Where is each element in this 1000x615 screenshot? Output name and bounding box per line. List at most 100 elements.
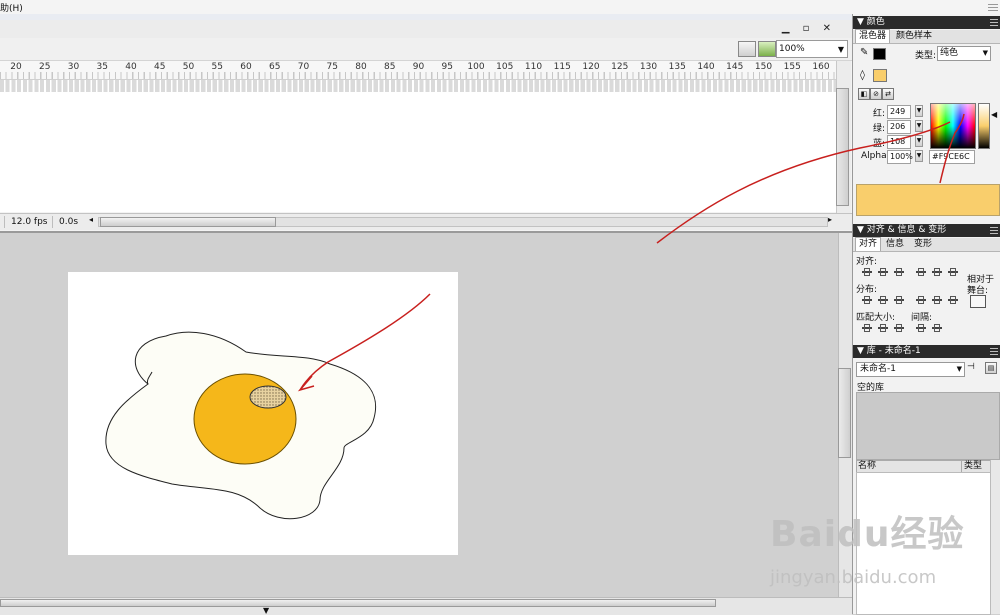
alpha-label: Alpha: (861, 151, 890, 161)
fill-color-swatch[interactable] (873, 69, 887, 82)
swap-colors-icon[interactable]: ⇄ (882, 88, 894, 100)
frame-rate[interactable]: 12.0 fps (4, 216, 53, 228)
zoom-select[interactable]: 100% ▼ (776, 40, 848, 58)
work-area[interactable] (0, 233, 838, 597)
distribute-top-icon[interactable] (861, 295, 873, 305)
ruler-tick-label: 40 (125, 62, 137, 72)
frames-row[interactable] (0, 80, 836, 92)
stage-horizontal-scroll-thumb[interactable] (0, 599, 716, 607)
brightness-slider[interactable] (978, 103, 990, 149)
align-center-v-icon[interactable] (931, 267, 943, 277)
no-color-icon[interactable]: ⊘ (870, 88, 882, 100)
align-right-icon[interactable] (893, 267, 905, 277)
scroll-left-icon[interactable]: ◂ (89, 215, 93, 224)
black-white-icon[interactable]: ◧ (858, 88, 870, 100)
blue-stepper[interactable]: ▼ (915, 135, 923, 147)
color-panel-header[interactable]: ▼ 颜色 (853, 16, 1000, 29)
tab-swatches[interactable]: 颜色样本 (893, 30, 935, 43)
panel-options-icon[interactable] (990, 19, 998, 26)
color-spectrum-highlight (930, 103, 976, 126)
distribute-left-icon[interactable] (915, 295, 927, 305)
timeline-scroll-thumb-vertical[interactable] (836, 88, 849, 206)
ruler-tick-label: 65 (269, 62, 281, 72)
pin-library-icon[interactable]: ⊣ (967, 362, 975, 372)
space-horizontal-icon[interactable] (931, 323, 943, 333)
align-left-icon[interactable] (861, 267, 873, 277)
window-controls[interactable]: ▁ ▫ ✕ (782, 23, 836, 34)
slider-pointer-icon[interactable]: ◀ (991, 110, 997, 119)
relative-to-stage-button[interactable] (970, 295, 986, 308)
type-label: 类型: (915, 51, 937, 61)
green-value[interactable]: 206 (887, 120, 911, 134)
ruler-tick-label: 30 (67, 62, 80, 72)
tab-info[interactable]: 信息 (883, 238, 907, 251)
library-document-select[interactable]: 未命名-1 ▼ (856, 362, 965, 377)
align-panel-header[interactable]: ▼ 对齐 & 信息 & 变形 (853, 224, 1000, 237)
timeline-scroll-thumb[interactable] (100, 217, 276, 227)
collapse-arrow-icon: ▼ (857, 17, 864, 27)
library-panel-header[interactable]: ▼ 库 - 未命名-1 (853, 345, 1000, 358)
hex-input[interactable]: #F9CE6C (929, 150, 975, 164)
stage-vertical-scroll-thumb[interactable] (838, 368, 851, 458)
space-vertical-icon[interactable] (915, 323, 927, 333)
tab-transform[interactable]: 变形 (911, 238, 935, 251)
ruler-tick-label: 140 (697, 62, 715, 72)
fill-type-select[interactable]: 纯色 ▼ (937, 46, 991, 61)
red-stepper[interactable]: ▼ (915, 105, 923, 117)
ruler-tick-label: 95 (441, 62, 453, 72)
ruler-tick-label: 110 (524, 62, 543, 72)
distribute-bottom-icon[interactable] (893, 295, 905, 305)
align-top-icon[interactable] (915, 267, 927, 277)
ruler-tick-label: 90 (412, 62, 425, 72)
ruler-tick-label: 155 (783, 62, 801, 72)
green-stepper[interactable]: ▼ (915, 120, 923, 132)
fill-bucket-icon[interactable]: ◊ (860, 70, 865, 81)
align-center-h-icon[interactable] (877, 267, 889, 277)
timeline-body[interactable] (0, 92, 836, 212)
match-both-icon[interactable] (893, 323, 905, 333)
edit-scene-icon[interactable] (738, 41, 756, 57)
chevron-down-icon: ▼ (956, 365, 962, 373)
stroke-color-swatch[interactable] (873, 48, 886, 60)
align-bottom-icon[interactable] (947, 267, 959, 277)
distribute-center-v-icon[interactable] (877, 295, 889, 305)
blue-value[interactable]: 108 (887, 135, 911, 149)
library-preview-area (856, 392, 1000, 460)
stroke-pencil-icon[interactable]: ✎ (860, 47, 868, 58)
match-height-icon[interactable] (877, 323, 889, 333)
match-width-icon[interactable] (861, 323, 873, 333)
column-name[interactable]: 名称 (858, 461, 876, 472)
fried-egg-drawing[interactable] (68, 272, 458, 555)
menubar-grip-icon[interactable] (988, 2, 998, 11)
timeline-status-bar: 12.0 fps 0.0s ◂ ▸ (0, 213, 852, 230)
scroll-right-icon[interactable]: ▸ (828, 215, 832, 224)
tab-align[interactable]: 对齐 (855, 237, 882, 251)
library-panel-title: 库 - 未命名-1 (866, 346, 921, 356)
edit-symbol-icon[interactable] (758, 41, 776, 57)
panel-options-icon[interactable] (990, 348, 998, 355)
new-library-panel-icon[interactable]: ▤ (985, 362, 997, 374)
alpha-stepper[interactable]: ▼ (915, 150, 923, 162)
distribute-right-icon[interactable] (947, 295, 959, 305)
distribute-center-h-icon[interactable] (931, 295, 943, 305)
chevron-down-icon: ▼ (837, 45, 844, 54)
green-label: 绿: (873, 124, 886, 134)
alpha-value[interactable]: 100% (887, 150, 913, 164)
distribute-label: 分布: (856, 285, 878, 295)
column-type[interactable]: 类型 (961, 461, 982, 472)
align-panel-title: 对齐 & 信息 & 变形 (866, 225, 947, 235)
panel-options-icon[interactable] (990, 227, 998, 234)
ruler-tick-label: 145 (726, 62, 744, 72)
ruler-tick-label: 75 (326, 62, 338, 72)
red-label: 红: (873, 109, 886, 119)
red-value[interactable]: 249 (887, 105, 911, 119)
menu-help[interactable]: 助(H) (0, 1, 23, 14)
tab-mixer[interactable]: 混色器 (855, 29, 891, 43)
ruler-tick-label: 100 (467, 62, 485, 72)
ruler-tick-label: 45 (154, 62, 166, 72)
stage[interactable] (68, 272, 458, 555)
egg-yolk (193, 373, 297, 465)
ruler-tick-label: 85 (384, 62, 396, 72)
match-size-label: 匹配大小: (856, 313, 896, 323)
watermark-url: jingyan.baidu.com (770, 567, 937, 588)
